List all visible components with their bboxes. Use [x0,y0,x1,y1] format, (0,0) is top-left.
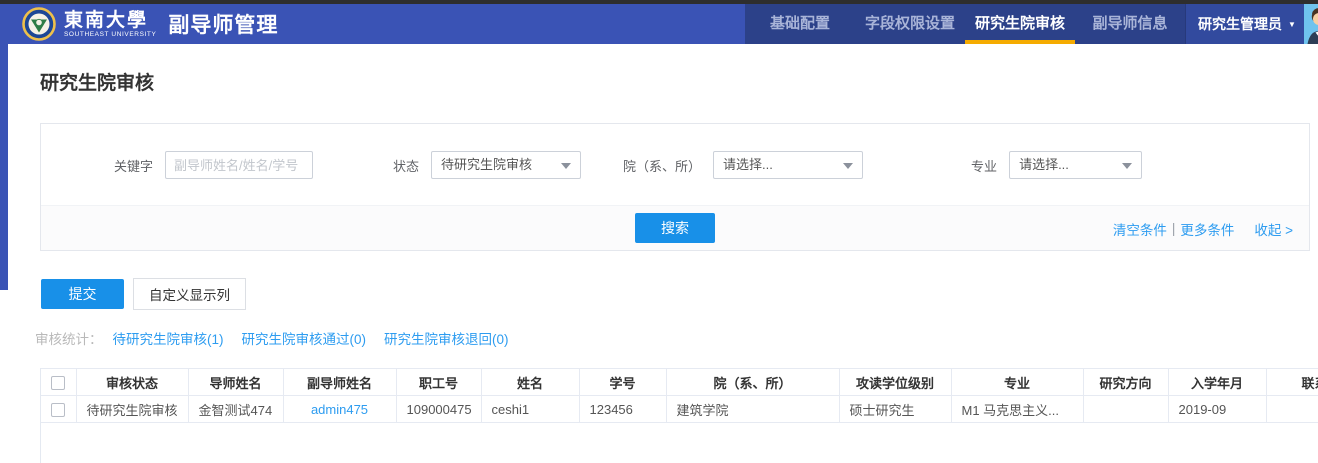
column-header-name: 姓名 [481,369,579,396]
column-header-staff-id: 职工号 [396,369,481,396]
chevron-down-icon [1122,163,1132,169]
status-select[interactable]: 待研究生院审核 [431,151,581,179]
keyword-filter-group: 关键字 [114,151,313,179]
cell-major: M1 马克思主义... [951,396,1083,423]
subadvisor-name-link[interactable]: admin475 [311,402,368,417]
collapse-link[interactable]: 收起 > [1254,219,1293,239]
sidebar-strip [0,44,8,290]
major-label: 专业 [971,156,997,175]
column-header-student-id: 学号 [579,369,666,396]
user-name: 研究生管理员 [1198,14,1282,34]
app-title: 副导师管理 [168,9,278,39]
university-name-en: SOUTHEAST UNIVERSITY [64,31,156,38]
review-statistics: 审核统计： 待研究生院审核(1) 研究生院审核通过(0) 研究生院审核退回(0) [35,328,1318,348]
cell-enrollment-date: 2019-09 [1168,396,1266,423]
status-filter-group: 状态 待研究生院审核 [393,151,581,179]
chevron-down-icon [561,163,571,169]
select-all-checkbox[interactable] [51,376,65,390]
nav-tab-subadvisor-info[interactable]: 副导师信息 [1075,4,1185,44]
cell-supervisor-name: 金智测试474 [188,396,283,423]
column-header-enrollment-date: 入学年月 [1168,369,1266,396]
university-logo-icon [22,7,56,41]
app-header: 東南大學 SOUTHEAST UNIVERSITY 副导师管理 基础配置 字段权… [0,4,1318,44]
major-filter-group: 专业 请选择... [971,151,1142,179]
column-header-subadvisor-name: 副导师姓名 [283,369,396,396]
customize-columns-button[interactable]: 自定义显示列 [133,278,246,310]
stat-pending-review-link[interactable]: 待研究生院审核(1) [113,328,224,348]
department-label: 院（系、所） [623,156,701,175]
cell-contact [1266,396,1318,423]
status-label: 状态 [393,156,419,175]
department-select-value: 请选择... [723,157,773,172]
filter-links: 清空条件 | 更多条件 收起 > [1113,206,1293,251]
chevron-down-icon: ▼ [1288,20,1296,29]
toolbar: 提交 自定义显示列 [41,278,1318,310]
statistics-label: 审核统计： [35,328,103,348]
cell-review-status: 待研究生院审核 [76,396,188,423]
column-header-major: 专业 [951,369,1083,396]
results-table: 审核状态 导师姓名 副导师姓名 职工号 姓名 学号 院（系、所） 攻读学位级别 … [40,368,1318,463]
search-button[interactable]: 搜索 [635,213,715,243]
nav-tab-grad-school-review[interactable]: 研究生院审核 [965,4,1075,44]
column-header-degree-level: 攻读学位级别 [839,369,951,396]
keyword-label: 关键字 [114,156,153,175]
more-filters-link[interactable]: 更多条件 [1180,219,1234,239]
cell-research-direction [1083,396,1168,423]
cell-department: 建筑学院 [666,396,839,423]
column-header-contact: 联系 [1266,369,1318,396]
column-header-research-direction: 研究方向 [1083,369,1168,396]
user-menu[interactable]: 研究生管理员 ▼ [1185,4,1318,44]
major-select[interactable]: 请选择... [1009,151,1142,179]
department-select[interactable]: 请选择... [713,151,863,179]
university-name-cn: 東南大學 [64,11,156,30]
filter-panel: 关键字 状态 待研究生院审核 院（系、所） 请选择... 专业 [40,123,1310,251]
nav-tab-basic-config[interactable]: 基础配置 [745,4,855,44]
column-header-supervisor-name: 导师姓名 [188,369,283,396]
status-select-value: 待研究生院审核 [441,157,532,172]
major-select-value: 请选择... [1019,157,1069,172]
column-header-department: 院（系、所） [666,369,839,396]
stat-returned-link[interactable]: 研究生院审核退回(0) [384,328,509,348]
cell-degree-level: 硕士研究生 [839,396,951,423]
stat-approved-link[interactable]: 研究生院审核通过(0) [242,328,367,348]
chevron-down-icon [843,163,853,169]
cell-name: ceshi1 [481,396,579,423]
page-title: 研究生院审核 [40,68,1318,95]
clear-filters-link[interactable]: 清空条件 [1113,219,1167,239]
submit-button[interactable]: 提交 [41,279,124,309]
filter-actions-row: 搜索 清空条件 | 更多条件 收起 > [41,205,1309,250]
avatar[interactable] [1304,4,1318,44]
main-content: 研究生院审核 关键字 状态 待研究生院审核 院（系、所） 请选择... [0,68,1318,463]
column-header-review-status: 审核状态 [76,369,188,396]
university-name: 東南大學 SOUTHEAST UNIVERSITY [64,11,156,38]
filter-fields-row: 关键字 状态 待研究生院审核 院（系、所） 请选择... 专业 [41,124,1309,205]
nav-tab-field-permissions[interactable]: 字段权限设置 [855,4,965,44]
brand: 東南大學 SOUTHEAST UNIVERSITY 副导师管理 [0,4,745,44]
divider: | [1172,221,1176,236]
table-row: 待研究生院审核 金智测试474 admin475 109000475 ceshi… [41,396,1318,423]
cell-staff-id: 109000475 [396,396,481,423]
department-filter-group: 院（系、所） 请选择... [623,151,863,179]
row-checkbox[interactable] [51,403,65,417]
table-header-row: 审核状态 导师姓名 副导师姓名 职工号 姓名 学号 院（系、所） 攻读学位级别 … [41,369,1318,396]
cell-student-id: 123456 [579,396,666,423]
keyword-input[interactable] [165,151,313,179]
main-nav: 基础配置 字段权限设置 研究生院审核 副导师信息 [745,4,1185,44]
